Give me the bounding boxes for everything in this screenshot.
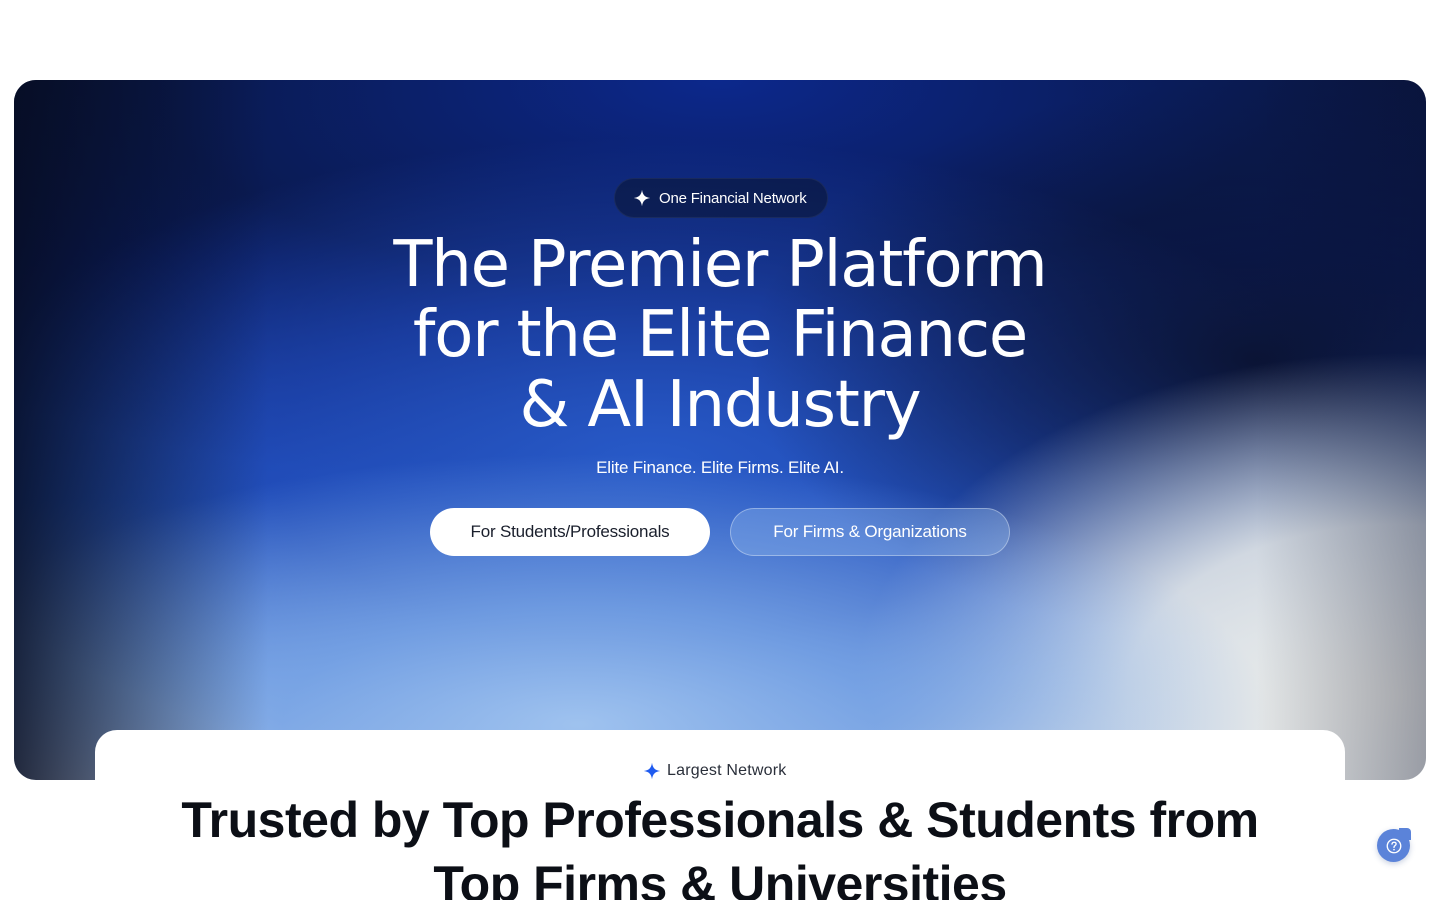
badge-label: Largest Network	[667, 762, 787, 779]
pill-label: One Financial Network	[659, 189, 807, 207]
largest-network-badge: Largest Network	[643, 760, 787, 782]
hero-headline: The Premier Platform for the Elite Finan…	[220, 230, 1220, 440]
sparkle-icon	[633, 189, 651, 207]
question-circle-icon	[1385, 837, 1403, 855]
firms-organizations-button[interactable]: For Firms & Organizations	[730, 508, 1010, 556]
one-financial-network-pill: One Financial Network	[614, 178, 828, 218]
top-bar	[0, 0, 1440, 80]
hero-tagline: Elite Finance. Elite Firms. Elite AI.	[596, 458, 844, 477]
help-button[interactable]	[1377, 828, 1411, 862]
trusted-heading-line-2: Top Firms & Universities	[433, 856, 1007, 900]
sparkle-icon	[643, 762, 661, 780]
trusted-heading-line-1: Trusted by Top Professionals & Students …	[181, 792, 1259, 848]
headline-line-3: & AI Industry	[519, 368, 922, 442]
headline-line-2: for the Elite Finance	[412, 298, 1028, 372]
headline-line-1: The Premier Platform	[393, 228, 1047, 302]
students-professionals-button[interactable]: For Students/Professionals	[430, 508, 710, 556]
hero-section: One Financial Network The Premier Platfo…	[14, 80, 1426, 780]
page: One Financial Network The Premier Platfo…	[0, 0, 1440, 900]
trusted-heading: Trusted by Top Professionals & Students …	[95, 788, 1345, 900]
hero-content: One Financial Network The Premier Platfo…	[14, 80, 1426, 780]
